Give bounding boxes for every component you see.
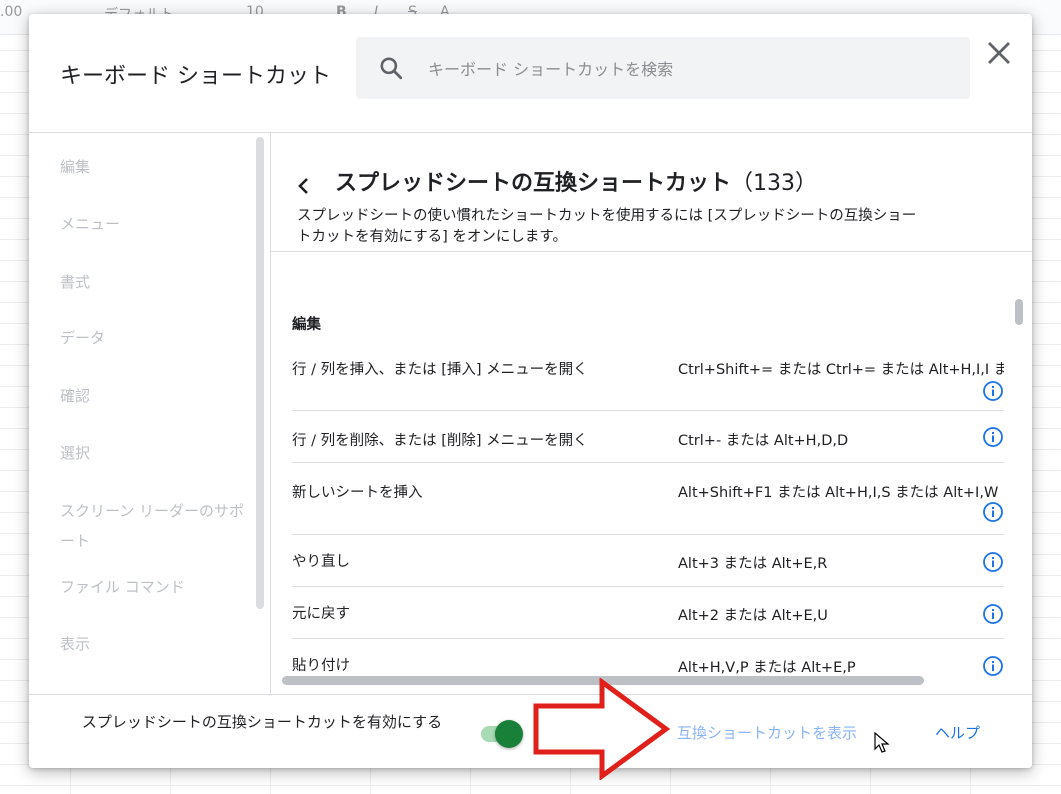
sidebar-item-screen-reader[interactable]: スクリーン リーダーのサポート [60, 496, 250, 556]
shortcut-name: 行 / 列を削除、または [削除] メニューを開く [292, 433, 588, 449]
search-icon [380, 57, 403, 80]
section-title-text: スプレッドシートの互換ショートカット [335, 171, 732, 196]
info-icon[interactable] [982, 380, 1004, 402]
info-icon[interactable] [982, 501, 1004, 523]
sidebar-item-view[interactable]: 表示 [60, 629, 250, 659]
shortcut-keys: Alt+H,V,P または Alt+E,P [678, 660, 856, 676]
search-input[interactable] [426, 51, 950, 87]
section-description: スプレッドシートの使い慣れたショートカットを使用するには [スプレッドシートの互… [297, 208, 917, 245]
dialog-header: キーボード ショートカット [29, 14, 1032, 133]
shortcut-name: やり直し [292, 554, 350, 570]
shortcut-keys: Ctrl+- または Alt+H,D,D [678, 433, 849, 449]
info-icon[interactable] [982, 551, 1004, 573]
shortcut-list: 編集 行 / 列を挿入、または [挿入] メニューを開く Ctrl+Shift+… [271, 252, 1032, 694]
shortcut-content: スプレッドシートの互換ショートカット（133） スプレッドシートの使い慣れたショ… [271, 133, 1032, 694]
keyboard-shortcuts-dialog: キーボード ショートカット 編集 メニュー 書式 データ 確認 選択 スクリーン… [29, 14, 1032, 768]
dialog-footer: スプレッドシートの互換ショートカットを有効にする 互換ショートカットを表示 ヘル… [29, 694, 1032, 768]
list-vertical-scrollbar[interactable] [1015, 299, 1023, 325]
shortcut-name: 元に戻す [292, 606, 350, 622]
shortcut-name: 新しいシートを挿入 [292, 485, 423, 501]
search-box[interactable] [356, 37, 970, 99]
shortcut-name: 貼り付け [292, 658, 350, 674]
shortcut-keys: Alt+3 または Alt+E,R [678, 556, 828, 572]
mouse-cursor-icon [874, 732, 890, 753]
group-heading: 編集 [292, 317, 321, 333]
table-row: 新しいシートを挿入 Alt+Shift+F1 または Alt+H,I,S または… [292, 463, 1004, 535]
toggle-knob [495, 720, 523, 748]
section-count: （133） [731, 171, 818, 196]
sidebar-item-select[interactable]: 選択 [60, 438, 250, 468]
back-chevron-icon[interactable] [293, 173, 313, 199]
table-row: やり直し Alt+3 または Alt+E,R [292, 535, 1004, 587]
shortcut-keys: Alt+Shift+F1 または Alt+H,I,S または Alt+I,W ま [678, 485, 1004, 501]
sidebar-item-data[interactable]: データ [60, 323, 250, 353]
info-icon[interactable] [982, 426, 1004, 448]
shortcut-keys: Alt+2 または Alt+E,U [678, 608, 828, 624]
table-row: 行 / 列を削除、または [削除] メニューを開く Ctrl+- または Alt… [292, 411, 1004, 463]
red-arrow-annotation-icon [533, 678, 671, 780]
dialog-title: キーボード ショートカット [60, 64, 331, 89]
show-compat-shortcuts-link[interactable]: 互換ショートカットを表示 [677, 722, 857, 743]
sidebar-item-menu[interactable]: メニュー [60, 209, 250, 239]
sidebar-scrollbar[interactable] [256, 137, 264, 609]
sidebar-item-review[interactable]: 確認 [60, 381, 250, 411]
sidebar-item-edit[interactable]: 編集 [60, 152, 250, 182]
shortcut-keys: Ctrl+Shift+= または Ctrl+= または Alt+H,I,I また [678, 362, 1004, 378]
table-row: 行 / 列を挿入、または [挿入] メニューを開く Ctrl+Shift+= ま… [292, 348, 1004, 411]
sidebar-item-format[interactable]: 書式 [60, 267, 250, 297]
close-icon[interactable] [984, 38, 1014, 68]
compat-toggle-label: スプレッドシートの互換ショートカットを有効にする [81, 713, 443, 731]
table-row: 元に戻す Alt+2 または Alt+E,U [292, 587, 1004, 639]
info-icon[interactable] [982, 655, 1004, 677]
section-header: スプレッドシートの互換ショートカット（133） スプレッドシートの使い慣れたショ… [271, 133, 1032, 252]
shortcut-name: 行 / 列を挿入、または [挿入] メニューを開く [292, 362, 588, 378]
info-icon[interactable] [982, 603, 1004, 625]
category-sidebar: 編集 メニュー 書式 データ 確認 選択 スクリーン リーダーのサポート ファイ… [29, 133, 271, 694]
section-title: スプレッドシートの互換ショートカット（133） [335, 165, 817, 197]
sidebar-item-file[interactable]: ファイル コマンド [60, 572, 250, 602]
compat-toggle[interactable] [481, 719, 525, 748]
help-link[interactable]: ヘルプ [935, 722, 980, 743]
